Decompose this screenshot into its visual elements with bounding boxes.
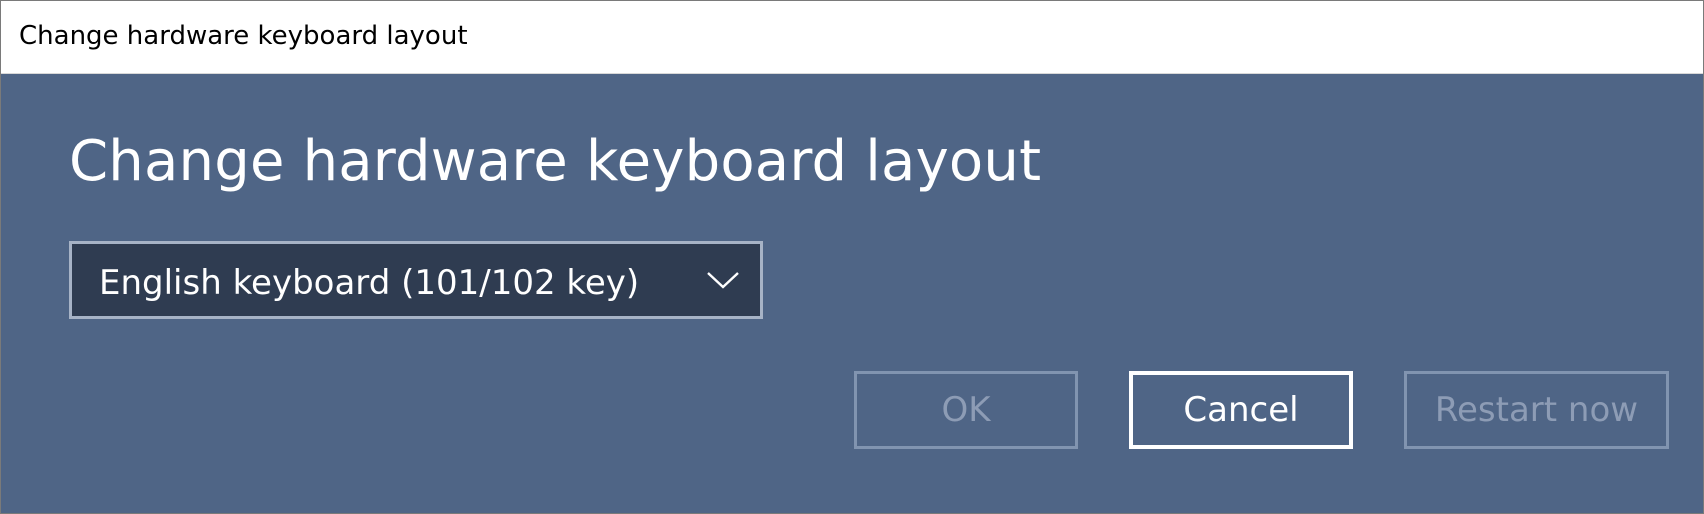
title-bar: Change hardware keyboard layout: [1, 1, 1703, 74]
chevron-down-icon: [707, 272, 739, 289]
window-title: Change hardware keyboard layout: [19, 21, 468, 51]
keyboard-layout-dropdown[interactable]: English keyboard (101/102 key): [69, 241, 763, 319]
ok-button-label: OK: [941, 390, 991, 430]
restart-now-button-label: Restart now: [1434, 390, 1639, 430]
cancel-button-label: Cancel: [1183, 390, 1299, 430]
cancel-button[interactable]: Cancel: [1129, 371, 1353, 449]
restart-now-button[interactable]: Restart now: [1404, 371, 1669, 449]
page-title: Change hardware keyboard layout: [69, 129, 1042, 194]
ok-button[interactable]: OK: [854, 371, 1078, 449]
change-keyboard-layout-dialog: Change hardware keyboard layout Change h…: [0, 0, 1704, 514]
keyboard-layout-selected-value: English keyboard (101/102 key): [99, 263, 640, 303]
